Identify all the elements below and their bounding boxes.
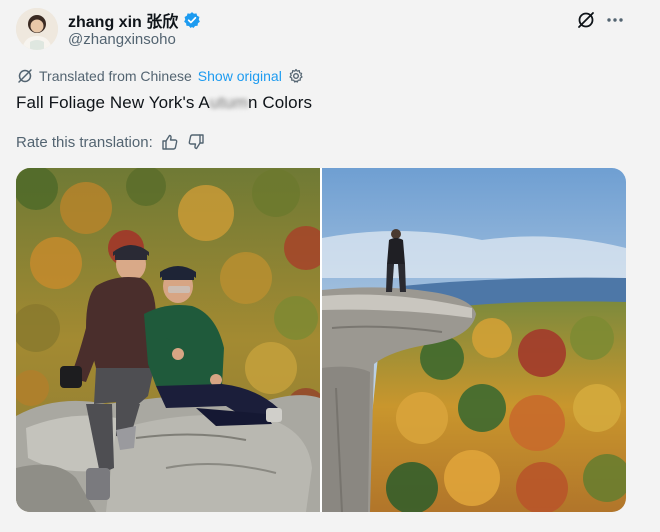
more-icon[interactable] bbox=[605, 10, 625, 30]
avatar[interactable] bbox=[16, 8, 58, 50]
tweet-text: Fall Foliage New York's Autumn Colors bbox=[16, 93, 312, 113]
rate-translation-label: Rate this translation: bbox=[16, 133, 153, 151]
author-name-row: zhang xin 张欣 bbox=[68, 8, 201, 32]
translate-icon bbox=[17, 68, 33, 84]
gear-icon[interactable] bbox=[288, 68, 304, 84]
tweet-text-part: n Colors bbox=[248, 93, 313, 112]
translation-label: Translated from Chinese bbox=[39, 68, 192, 84]
show-original-link[interactable]: Show original bbox=[198, 68, 282, 84]
tweet-text-blurred: utum bbox=[209, 93, 248, 112]
verified-badge-icon bbox=[183, 11, 201, 29]
author-handle[interactable]: @zhangxinsoho bbox=[68, 31, 176, 48]
grok-icon[interactable] bbox=[576, 10, 596, 30]
translation-notice: Translated from Chinese Show original bbox=[17, 68, 304, 84]
media-grid bbox=[16, 168, 626, 512]
photo-left[interactable] bbox=[16, 168, 320, 512]
photo-right[interactable] bbox=[322, 168, 626, 512]
thumbs-down-icon[interactable] bbox=[187, 133, 205, 151]
rate-translation: Rate this translation: bbox=[16, 133, 205, 151]
thumbs-up-icon[interactable] bbox=[161, 133, 179, 151]
author-display-name[interactable]: zhang xin 张欣 bbox=[68, 8, 178, 32]
tweet-text-part: Fall Foliage New York's A bbox=[16, 93, 210, 112]
